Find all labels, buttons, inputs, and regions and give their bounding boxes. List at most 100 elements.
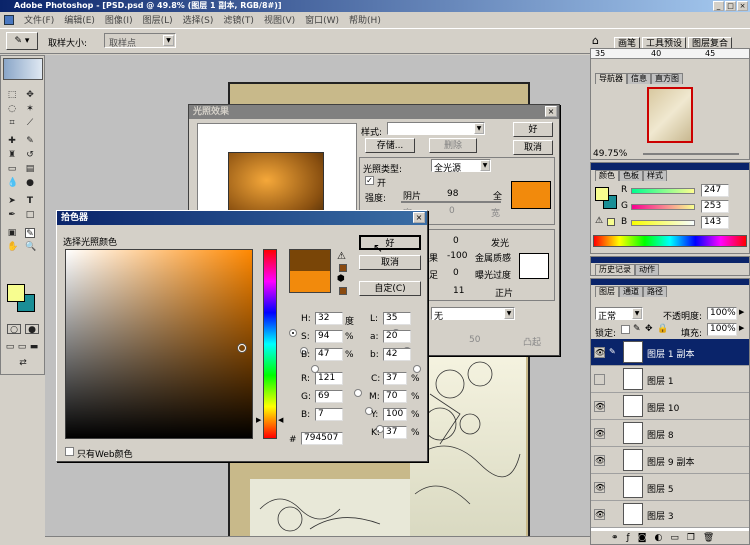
color-picker-ok-button[interactable]: 好 bbox=[359, 235, 421, 250]
adjustment-layer-icon[interactable]: ◐ bbox=[654, 533, 662, 543]
hue-slider[interactable] bbox=[263, 249, 277, 439]
channel-g-input[interactable]: 253 bbox=[701, 200, 729, 213]
custom-colors-button[interactable]: 自定(C) bbox=[359, 281, 421, 296]
type-tool-icon[interactable]: T bbox=[25, 196, 35, 206]
tab-navigator[interactable]: 导航器 bbox=[595, 73, 627, 84]
channel-r-input[interactable]: 247 bbox=[701, 184, 729, 197]
panel-gamut-swatch[interactable] bbox=[607, 218, 615, 226]
zoom-tool-icon[interactable]: 🔍 bbox=[25, 242, 36, 252]
channel-g-slider[interactable] bbox=[631, 204, 695, 210]
healing-brush-tool-icon[interactable]: ✚ bbox=[7, 136, 17, 146]
light-color-swatch[interactable] bbox=[511, 181, 551, 209]
channel-b-slider[interactable] bbox=[631, 220, 695, 226]
layer-style-icon[interactable]: ƒ bbox=[627, 533, 630, 543]
eye-icon[interactable]: 👁 bbox=[594, 401, 605, 412]
k-input[interactable]: 37 bbox=[383, 426, 407, 439]
blend-mode-select[interactable]: 正常 ▼ bbox=[595, 307, 643, 322]
marquee-tool-icon[interactable]: ⬚ bbox=[7, 90, 17, 100]
eye-hidden-icon[interactable] bbox=[594, 374, 605, 385]
close-button[interactable]: × bbox=[737, 1, 748, 11]
color-spectrum-ramp[interactable] bbox=[593, 235, 747, 247]
navigator-thumbnail[interactable] bbox=[647, 87, 693, 143]
jump-to-imageready-icon[interactable]: ⇄ bbox=[15, 358, 31, 368]
web-only-checkbox[interactable] bbox=[65, 447, 74, 456]
eye-icon[interactable]: 👁 bbox=[594, 455, 605, 466]
slice-tool-icon[interactable]: ⟋ bbox=[25, 118, 35, 128]
quick-mask-mode-icon[interactable]: ● bbox=[25, 324, 39, 335]
eye-icon[interactable]: 👁 bbox=[594, 428, 605, 439]
tab-histogram[interactable]: 直方图 bbox=[651, 73, 683, 84]
menu-edit[interactable]: 编辑(E) bbox=[64, 13, 95, 26]
menu-layer[interactable]: 图层(L) bbox=[143, 13, 173, 26]
gamut-warning-icon[interactable]: ⚠ bbox=[337, 251, 346, 262]
web-safe-warning-icon[interactable]: ⬢ bbox=[337, 274, 345, 284]
blur-tool-icon[interactable]: 💧 bbox=[7, 178, 18, 188]
layer-row[interactable]: 图层 1 bbox=[591, 366, 749, 393]
canvas-h-scrollbar[interactable] bbox=[45, 536, 590, 545]
color-picker-close-icon[interactable]: × bbox=[413, 212, 425, 223]
color-field[interactable] bbox=[65, 249, 253, 439]
path-selection-tool-icon[interactable]: ➤ bbox=[7, 196, 17, 206]
lab-b-radio[interactable] bbox=[413, 365, 422, 373]
layer-row[interactable]: 👁 图层 9 副本 bbox=[591, 447, 749, 474]
opacity-input[interactable]: 100% bbox=[707, 307, 737, 320]
menu-select[interactable]: 选择(S) bbox=[183, 13, 214, 26]
screen-mode-standard-icon[interactable]: ▭ bbox=[5, 342, 15, 352]
menu-image[interactable]: 图像(I) bbox=[105, 13, 133, 26]
gamut-swatch-1[interactable] bbox=[339, 264, 347, 272]
c-input[interactable]: 37 bbox=[383, 372, 407, 385]
menu-window[interactable]: 窗口(W) bbox=[305, 13, 339, 26]
b-input[interactable]: 47 bbox=[315, 348, 343, 361]
g-input[interactable]: 69 bbox=[315, 390, 343, 403]
screen-mode-full-icon[interactable]: ▬ bbox=[29, 342, 39, 352]
layer-row[interactable]: 👁 ✎ 图层 1 副本 bbox=[591, 339, 749, 366]
standard-mode-icon[interactable]: ○ bbox=[7, 324, 21, 335]
tab-actions[interactable]: 动作 bbox=[635, 264, 659, 275]
lock-image-icon[interactable]: ✎ bbox=[633, 324, 641, 334]
lighting-delete-button[interactable]: 删除 bbox=[429, 138, 477, 153]
channel-r-slider[interactable] bbox=[631, 188, 695, 194]
opacity-arrow-icon[interactable]: ▶ bbox=[739, 308, 744, 316]
tab-styles[interactable]: 样式 bbox=[643, 170, 667, 181]
eye-icon[interactable]: 👁 bbox=[594, 482, 605, 493]
layer-row[interactable]: 👁 图层 3 bbox=[591, 501, 749, 528]
lighting-ok-button[interactable]: 好 bbox=[513, 122, 553, 137]
light-on-checkbox[interactable]: ✓ bbox=[365, 176, 374, 185]
palette-well-icon[interactable]: ⌂ bbox=[592, 34, 599, 47]
hand-tool-icon[interactable]: ✋ bbox=[7, 242, 18, 252]
h-input[interactable]: 32 bbox=[315, 312, 343, 325]
maximize-button[interactable]: □ bbox=[725, 1, 736, 11]
navigator-zoom-slider[interactable] bbox=[643, 153, 739, 155]
magic-wand-tool-icon[interactable]: ✶ bbox=[25, 104, 35, 114]
fill-arrow-icon[interactable]: ▶ bbox=[739, 324, 744, 332]
panel-gamut-warning-icon[interactable]: ⚠ bbox=[595, 216, 603, 226]
layer-row[interactable]: 👁 图层 5 bbox=[591, 474, 749, 501]
blue-input[interactable]: 7 bbox=[315, 408, 343, 421]
crop-tool-icon[interactable]: ⌗ bbox=[7, 118, 17, 128]
lab-l-input[interactable]: 35 bbox=[383, 312, 411, 325]
intensity-slider[interactable] bbox=[401, 201, 501, 203]
texture-channel-select[interactable]: 无 ▼ bbox=[431, 307, 515, 322]
eyedropper-tool-preset-icon[interactable]: ✎ ▾ bbox=[6, 32, 38, 50]
hex-input[interactable]: 794507 bbox=[301, 432, 343, 445]
layer-row[interactable]: 👁 图层 8 bbox=[591, 420, 749, 447]
eye-icon[interactable]: 👁 bbox=[594, 509, 605, 520]
lasso-tool-icon[interactable]: ◌ bbox=[7, 104, 17, 114]
new-group-icon[interactable]: ▭ bbox=[670, 533, 679, 543]
lighting-save-button[interactable]: 存储... bbox=[365, 138, 415, 153]
lighting-cancel-button[interactable]: 取消 bbox=[513, 140, 553, 155]
menu-file[interactable]: 文件(F) bbox=[24, 13, 54, 26]
tab-layers[interactable]: 图层 bbox=[595, 286, 619, 297]
layer-mask-icon[interactable]: ◙ bbox=[638, 533, 647, 543]
eye-icon[interactable]: 👁 bbox=[594, 347, 605, 358]
s-input[interactable]: 94 bbox=[315, 330, 343, 343]
minimize-button[interactable]: _ bbox=[713, 1, 724, 11]
lab-a-input[interactable]: 20 bbox=[383, 330, 411, 343]
dodge-tool-icon[interactable]: ● bbox=[25, 178, 35, 188]
hue-slider-right-arrow-icon[interactable]: ◀ bbox=[278, 416, 283, 424]
m-input[interactable]: 70 bbox=[383, 390, 407, 403]
channel-b-input[interactable]: 143 bbox=[701, 216, 729, 229]
fill-input[interactable]: 100% bbox=[707, 323, 737, 336]
tab-history[interactable]: 历史记录 bbox=[595, 264, 635, 275]
lock-transparency-icon[interactable] bbox=[621, 325, 630, 334]
